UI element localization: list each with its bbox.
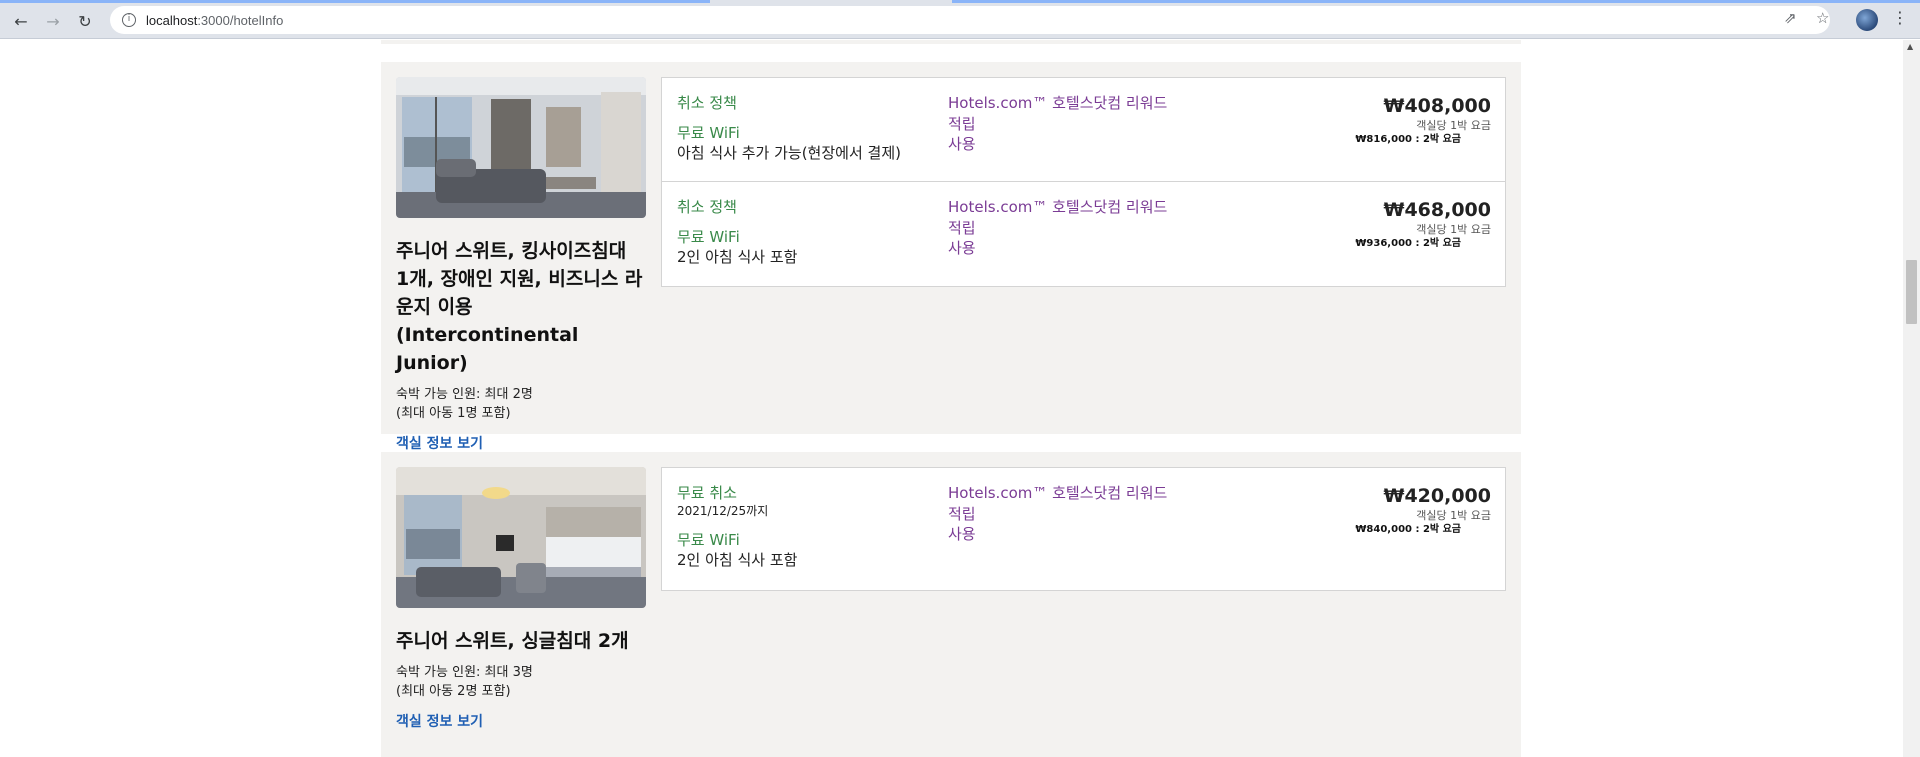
cancel-policy-link[interactable]: 취소 정책	[677, 93, 947, 113]
per-night-label: 객실당 1박 요금	[1416, 509, 1491, 522]
total-price: ₩936,000 : 2박 요금	[1355, 238, 1461, 249]
wifi-amenity: 무료 WiFi	[677, 124, 740, 142]
breakfast-info: 2인 아침 식사 포함	[677, 248, 798, 266]
rate-option[interactable]: 무료 취소 2021/12/25까지 무료 WiFi 2인 아침 식사 포함 H…	[662, 468, 1505, 590]
rewards-earn: 적립	[948, 114, 976, 133]
room-info-link[interactable]: 객실 정보 보기	[396, 433, 646, 453]
tab-strip-edge	[952, 0, 1920, 3]
occupancy-children: (최대 아동 1명 포함)	[396, 406, 511, 421]
rewards-title: Hotels.com™ 호텔스닷컴 리워드	[948, 94, 1168, 112]
price-block: ₩468,000 객실당 1박 요금 ₩936,000 : 2박 요금	[1355, 198, 1491, 251]
room-photo[interactable]	[396, 467, 646, 608]
rewards-title: Hotels.com™ 호텔스닷컴 리워드	[948, 484, 1168, 502]
rewards-title: Hotels.com™ 호텔스닷컴 리워드	[948, 198, 1168, 216]
scrollbar-thumb[interactable]	[1906, 260, 1917, 324]
tab-strip-edge	[0, 0, 710, 3]
occupancy-max: 숙박 가능 인원: 최대 3명	[396, 665, 533, 680]
site-info-icon[interactable]: i	[122, 13, 136, 27]
cancel-deadline: 2021/12/25까지	[677, 504, 769, 518]
forward-icon[interactable]: →	[40, 8, 66, 34]
back-icon[interactable]: ←	[8, 8, 34, 34]
rewards-earn: 적립	[948, 218, 976, 237]
room-summary: 주니어 스위트, 킹사이즈침대 1개, 장애인 지원, 비즈니스 라운지 이용 …	[396, 77, 646, 453]
room-title: 주니어 스위트, 싱글침대 2개	[396, 630, 629, 652]
total-price: ₩816,000 : 2박 요금	[1355, 134, 1461, 145]
nightly-price: ₩468,000	[1383, 199, 1492, 221]
rewards-earn: 적립	[948, 504, 976, 523]
menu-kebab-icon[interactable]: ⋮	[1892, 8, 1908, 27]
room-card: 주니어 스위트, 싱글침대 2개 숙박 가능 인원: 최대 3명 (최대 아동 …	[381, 452, 1521, 757]
wifi-amenity: 무료 WiFi	[677, 531, 740, 549]
rewards-redeem: 사용	[948, 135, 976, 153]
rate-option[interactable]: 취소 정책 무료 WiFi 2인 아침 식사 포함 Hotels.com™ 호텔…	[662, 182, 1505, 286]
page-content: 주니어 스위트, 킹사이즈침대 1개, 장애인 지원, 비즈니스 라운지 이용 …	[0, 40, 1902, 757]
rate-list: 무료 취소 2021/12/25까지 무료 WiFi 2인 아침 식사 포함 H…	[661, 467, 1506, 591]
profile-avatar[interactable]	[1856, 9, 1878, 31]
rewards-redeem: 사용	[948, 239, 976, 257]
rate-policies: 취소 정책 무료 WiFi 2인 아침 식사 포함	[677, 197, 947, 267]
url-path: :3000/hotelInfo	[197, 12, 284, 28]
rate-policies: 무료 취소 2021/12/25까지 무료 WiFi 2인 아침 식사 포함	[677, 483, 947, 570]
nightly-price: ₩408,000	[1383, 95, 1492, 117]
price-block: ₩420,000 객실당 1박 요금 ₩840,000 : 2박 요금	[1355, 484, 1491, 537]
room-occupancy: 숙박 가능 인원: 최대 2명 (최대 아동 1명 포함)	[396, 385, 646, 423]
previous-room-card-edge	[381, 40, 1521, 44]
per-night-label: 객실당 1박 요금	[1416, 119, 1491, 132]
page-scrollbar[interactable]: ▲	[1903, 40, 1920, 757]
rate-option[interactable]: 취소 정책 무료 WiFi 아침 식사 추가 가능(현장에서 결제) Hotel…	[662, 78, 1505, 182]
price-block: ₩408,000 객실당 1박 요금 ₩816,000 : 2박 요금	[1355, 94, 1491, 147]
rewards-info: Hotels.com™ 호텔스닷컴 리워드 적립 사용	[948, 197, 1228, 259]
occupancy-max: 숙박 가능 인원: 최대 2명	[396, 387, 533, 402]
room-info-link[interactable]: 객실 정보 보기	[396, 711, 646, 731]
cancel-policy-link[interactable]: 취소 정책	[677, 197, 947, 217]
rewards-redeem: 사용	[948, 525, 976, 543]
nightly-price: ₩420,000	[1383, 485, 1492, 507]
room-photo[interactable]	[396, 77, 646, 218]
rate-list: 취소 정책 무료 WiFi 아침 식사 추가 가능(현장에서 결제) Hotel…	[661, 77, 1506, 287]
share-icon[interactable]: ⇗	[1784, 9, 1797, 27]
breakfast-info: 아침 식사 추가 가능(현장에서 결제)	[677, 144, 901, 162]
bookmark-star-icon[interactable]: ☆	[1816, 9, 1829, 27]
rewards-info: Hotels.com™ 호텔스닷컴 리워드 적립 사용	[948, 483, 1228, 545]
wifi-amenity: 무료 WiFi	[677, 228, 740, 246]
occupancy-children: (최대 아동 2명 포함)	[396, 684, 511, 699]
room-occupancy: 숙박 가능 인원: 최대 3명 (최대 아동 2명 포함)	[396, 663, 646, 701]
rewards-info: Hotels.com™ 호텔스닷컴 리워드 적립 사용	[948, 93, 1228, 155]
url-host: localhost	[146, 12, 198, 28]
browser-toolbar: ← → ↻ i localhost:3000/hotelInfo ⇗ ☆ ⋮	[0, 0, 1920, 39]
scroll-up-arrow-icon[interactable]: ▲	[1907, 42, 1913, 51]
total-price: ₩840,000 : 2박 요금	[1355, 524, 1461, 535]
room-summary: 주니어 스위트, 싱글침대 2개 숙박 가능 인원: 최대 3명 (최대 아동 …	[396, 467, 646, 731]
free-cancellation: 무료 취소	[677, 484, 737, 502]
reload-icon[interactable]: ↻	[72, 8, 98, 34]
per-night-label: 객실당 1박 요금	[1416, 223, 1491, 236]
room-card: 주니어 스위트, 킹사이즈침대 1개, 장애인 지원, 비즈니스 라운지 이용 …	[381, 62, 1521, 452]
address-bar[interactable]: i localhost:3000/hotelInfo	[110, 6, 1830, 34]
rate-policies: 취소 정책 무료 WiFi 아침 식사 추가 가능(현장에서 결제)	[677, 93, 947, 163]
room-title: 주니어 스위트, 킹사이즈침대 1개, 장애인 지원, 비즈니스 라운지 이용 …	[396, 240, 643, 374]
breakfast-info: 2인 아침 식사 포함	[677, 551, 798, 569]
